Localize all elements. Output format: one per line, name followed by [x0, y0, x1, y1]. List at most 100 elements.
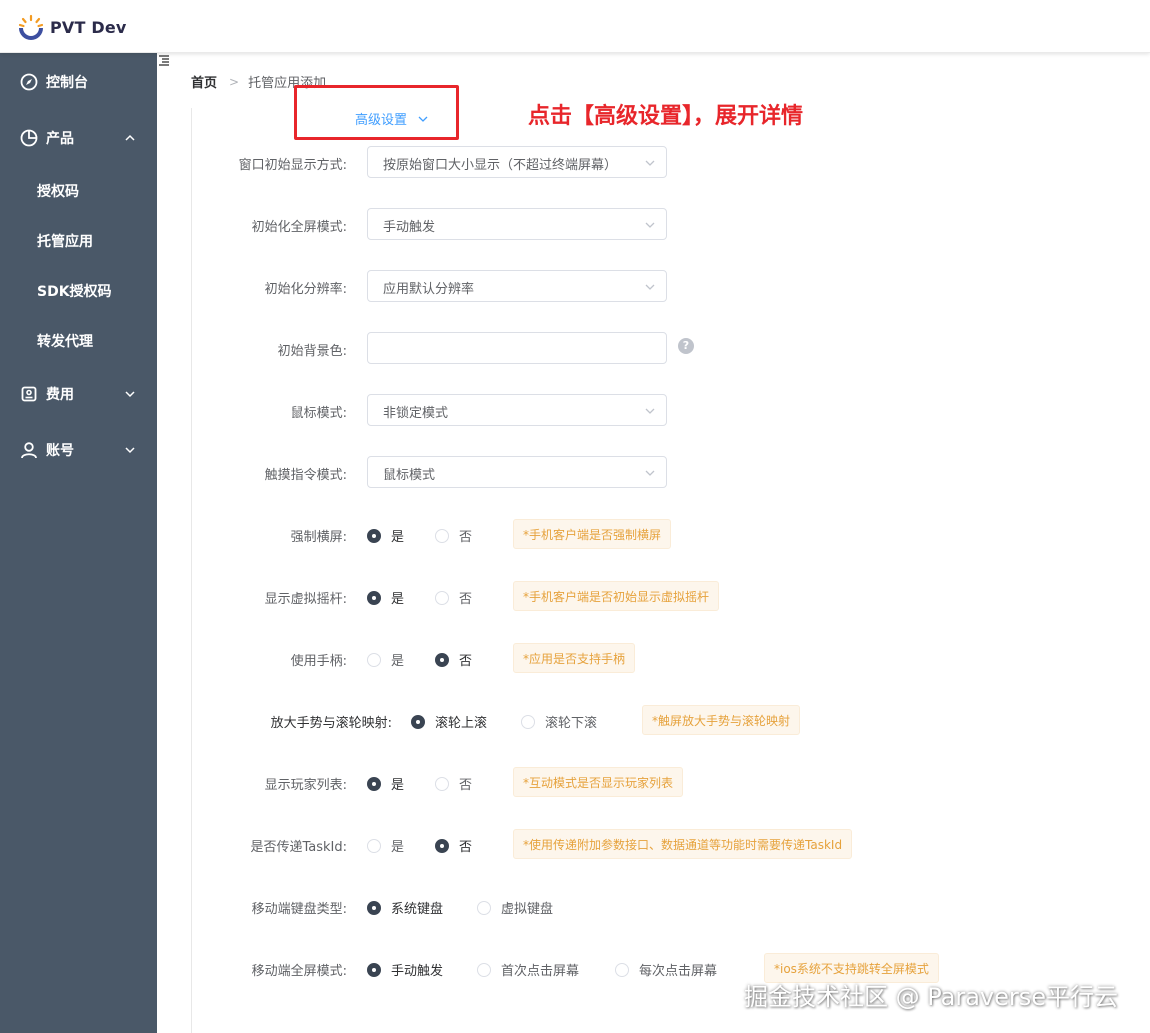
chevron-down-icon	[645, 470, 655, 476]
watermark: 掘金技术社区 @ Paraverse平行云	[744, 983, 1119, 1011]
radio-dot	[367, 528, 381, 543]
radio-dot	[477, 962, 491, 977]
menu-toggle-icon[interactable]	[158, 54, 170, 66]
window-mode-label: 窗口初始显示方式:	[238, 158, 347, 173]
fullscreen-mode-select[interactable]: 手动触发	[367, 208, 667, 240]
zoom-wheel-tip: *触屏放大手势与滚轮映射	[642, 705, 801, 735]
help-icon[interactable]: ?	[678, 338, 694, 354]
radio-label: 是	[391, 778, 405, 793]
radio-label: 否	[459, 840, 473, 855]
radio-dot	[435, 528, 449, 543]
keyboard-type-label: 移动端键盘类型:	[251, 902, 347, 917]
joystick-no-radio[interactable]: 否	[435, 588, 472, 607]
bgcolor-label: 初始背景色:	[277, 344, 347, 359]
mobile-fullscreen-first-tap-radio[interactable]: 首次点击屏幕	[477, 960, 579, 979]
window-mode-select[interactable]: 按原始窗口大小显示（不超过终端屏幕）	[367, 146, 667, 178]
sidebar-item-product[interactable]: 产品	[0, 113, 157, 163]
force-landscape-yes-radio[interactable]: 是	[367, 526, 404, 545]
radio-dot	[477, 900, 491, 915]
resolution-select[interactable]: 应用默认分辨率	[367, 270, 667, 302]
task-id-tip: *使用传递附加参数接口、数据通道等功能时需要传递TaskId	[513, 829, 853, 859]
sidebar-item-account[interactable]: 账号	[0, 425, 157, 475]
touch-mode-select[interactable]: 鼠标模式	[367, 456, 667, 488]
radio-label: 滚轮上滚	[435, 716, 488, 731]
player-list-yes-radio[interactable]: 是	[367, 774, 404, 793]
content-divider	[191, 108, 192, 1033]
chevron-down-icon	[125, 447, 135, 454]
joystick-tip: *手机客户端是否初始显示虚拟摇杆	[513, 581, 720, 611]
radio-dot	[367, 838, 381, 853]
chevron-down-icon	[645, 160, 655, 166]
task-id-label: 是否传递TaskId:	[250, 840, 347, 855]
chevron-down-icon	[645, 408, 655, 414]
mobile-fullscreen-label: 移动端全屏模式:	[251, 964, 347, 979]
radio-label: 否	[459, 778, 473, 793]
mouse-mode-select[interactable]: 非锁定模式	[367, 394, 667, 426]
task-id-no-radio[interactable]: 否	[435, 836, 472, 855]
sidebar-item-billing[interactable]: 费用	[0, 369, 157, 419]
radio-dot	[435, 838, 449, 853]
radio-label: 否	[459, 530, 473, 545]
gamepad-yes-radio[interactable]: 是	[367, 650, 404, 669]
touch-mode-label: 触摸指令模式:	[264, 468, 347, 483]
radio-label: 首次点击屏幕	[501, 964, 580, 979]
sidebar-item-label: 账号	[46, 443, 74, 459]
radio-label: 系统键盘	[391, 902, 444, 917]
radio-dot	[367, 900, 381, 915]
radio-dot	[435, 652, 449, 667]
gamepad-tip: *应用是否支持手柄	[513, 643, 636, 673]
radio-label: 是	[391, 592, 405, 607]
radio-dot	[435, 776, 449, 791]
keyboard-virtual-radio[interactable]: 虚拟键盘	[477, 898, 553, 917]
force-landscape-tip: *手机客户端是否强制横屏	[513, 519, 672, 549]
radio-dot	[615, 962, 629, 977]
mobile-fullscreen-manual-radio[interactable]: 手动触发	[367, 960, 443, 979]
sidebar-item-license-code[interactable]: 授权码	[37, 181, 79, 201]
keyboard-system-radio[interactable]: 系统键盘	[367, 898, 443, 917]
chevron-down-icon	[125, 391, 135, 398]
sidebar: 控制台 产品 授权码 托管应用 SDK授权码 转发代理 费用 账号	[0, 53, 157, 1033]
sidebar-item-dashboard[interactable]: 控制台	[0, 57, 157, 107]
sidebar-item-label: 控制台	[46, 75, 88, 91]
radio-label: 虚拟键盘	[501, 902, 554, 917]
chevron-down-icon	[645, 284, 655, 290]
app-logo[interactable]: PVT Dev	[18, 14, 127, 40]
bgcolor-input[interactable]	[367, 332, 667, 364]
zoom-wheel-down-radio[interactable]: 滚轮下滚	[521, 712, 597, 731]
radio-label: 否	[459, 654, 473, 669]
sidebar-item-hosted-apps[interactable]: 托管应用	[37, 231, 93, 251]
user-icon	[21, 442, 37, 459]
force-landscape-no-radio[interactable]: 否	[435, 526, 472, 545]
radio-label: 否	[459, 592, 473, 607]
chevron-down-icon	[645, 222, 655, 228]
force-landscape-label: 强制横屏:	[290, 530, 347, 545]
mobile-fullscreen-every-tap-radio[interactable]: 每次点击屏幕	[615, 960, 717, 979]
zoom-wheel-up-radio[interactable]: 滚轮上滚	[411, 712, 487, 731]
player-list-no-radio[interactable]: 否	[435, 774, 472, 793]
select-value: 手动触发	[383, 220, 436, 235]
radio-label: 滚轮下滚	[545, 716, 598, 731]
pie-chart-icon	[20, 129, 38, 147]
radio-label: 每次点击屏幕	[639, 964, 718, 979]
radio-dot	[411, 714, 425, 729]
radio-label: 手动触发	[391, 964, 444, 979]
radio-dot	[435, 590, 449, 605]
radio-dot	[367, 652, 381, 667]
radio-dot	[521, 714, 535, 729]
sidebar-item-sdk-license[interactable]: SDK授权码	[37, 281, 112, 301]
sidebar-item-label: 费用	[46, 387, 74, 403]
joystick-label: 显示虚拟摇杆:	[264, 592, 347, 607]
sidebar-item-forward-proxy[interactable]: 转发代理	[37, 331, 93, 351]
breadcrumb-home[interactable]: 首页	[191, 72, 217, 91]
radio-dot	[367, 776, 381, 791]
chevron-up-icon	[125, 134, 135, 141]
joystick-yes-radio[interactable]: 是	[367, 588, 404, 607]
breadcrumb-separator: >	[229, 74, 240, 89]
task-id-yes-radio[interactable]: 是	[367, 836, 404, 855]
zoom-wheel-label: 放大手势与滚轮映射:	[270, 716, 392, 731]
radio-label: 是	[391, 840, 405, 855]
wallet-icon	[21, 386, 37, 402]
sidebar-item-label: 产品	[46, 131, 74, 147]
gamepad-no-radio[interactable]: 否	[435, 650, 472, 669]
player-list-label: 显示玩家列表:	[264, 778, 347, 793]
